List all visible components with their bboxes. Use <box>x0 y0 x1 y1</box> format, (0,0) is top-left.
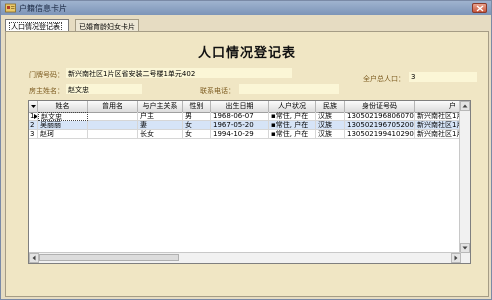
window-title: 户籍信息卡片 <box>19 4 67 13</box>
residence-status-text: 常住, 户在 <box>275 112 309 120</box>
dropdown-triangle-icon <box>31 105 36 108</box>
household-cell[interactable]: 新兴南社区1片 <box>415 112 461 121</box>
main-window: 户籍信息卡片 人口情况登记表 已婚育龄妇女卡片 人口情况登记表 门牌号码： 新兴… <box>0 0 492 300</box>
col-header-id-number[interactable]: 身份证号码 <box>345 101 415 112</box>
population-grid: 姓名 曾用名 与户主关系 性别 出生日期 人户状况 民族 身份证号码 户 1 赵… <box>28 100 471 264</box>
scroll-left-button[interactable] <box>29 253 39 263</box>
form-title: 人口情况登记表 <box>197 46 296 61</box>
total-population-label: 全户总人口： <box>363 75 405 83</box>
former-name-cell[interactable] <box>88 130 138 139</box>
tab-label: 已婚育龄妇女卡片 <box>79 23 135 31</box>
former-name-cell[interactable] <box>88 121 138 130</box>
title-bar[interactable]: 户籍信息卡片 <box>1 1 491 15</box>
total-population-field[interactable]: 3 <box>409 72 477 82</box>
scroll-down-button[interactable] <box>460 243 470 253</box>
phone-field[interactable] <box>239 84 339 94</box>
col-header-household[interactable]: 户 <box>415 101 461 112</box>
relation-cell[interactable]: 长女 <box>138 130 183 139</box>
close-button[interactable] <box>472 3 487 13</box>
row-number: 3 <box>29 130 38 139</box>
ethnicity-cell[interactable]: 汉族 <box>316 130 345 139</box>
residence-status-cell[interactable]: ▪常住, 户在 <box>269 121 316 130</box>
former-name-cell[interactable] <box>88 112 138 121</box>
phone-label: 联系电话： <box>200 87 235 95</box>
row-number: 1 <box>29 112 38 121</box>
gender-cell[interactable]: 男 <box>183 112 211 121</box>
address-field[interactable]: 新兴南社区1片区省安装二号楼1单元402 <box>66 68 292 78</box>
name-cell[interactable]: 赵珂 <box>38 130 88 139</box>
name-cell[interactable]: 吴丽丽 <box>38 121 88 130</box>
table-row[interactable]: 2 吴丽丽 妻 女 1967-05-20 ▪常住, 户在 汉族 13050219… <box>29 121 461 130</box>
arrow-down-icon <box>462 246 468 250</box>
name-cell[interactable]: 赵文忠 <box>38 112 88 121</box>
arrow-left-icon <box>32 255 36 261</box>
id-number-cell[interactable]: 130502196705200326 <box>345 121 415 130</box>
row-number: 2 <box>29 121 38 130</box>
arrow-right-icon <box>454 255 458 261</box>
relation-cell[interactable]: 户主 <box>138 112 183 121</box>
birth-date-cell[interactable]: 1967-05-20 <box>211 121 269 130</box>
residence-status-text: 常住, 户在 <box>275 130 309 138</box>
head-name-field[interactable]: 赵文忠 <box>66 84 142 94</box>
table-row[interactable]: 1 赵文忠 户主 男 1968-06-07 ▪常住, 户在 汉族 1305021… <box>29 112 461 121</box>
col-header-former-name[interactable]: 曾用名 <box>88 101 138 112</box>
col-header-gender[interactable]: 性别 <box>183 101 211 112</box>
id-number-cell[interactable]: 130502196806070339 <box>345 112 415 121</box>
relation-cell[interactable]: 妻 <box>138 121 183 130</box>
scroll-up-button[interactable] <box>460 101 470 111</box>
col-header-relation[interactable]: 与户主关系 <box>138 101 183 112</box>
col-header-residence-status[interactable]: 人户状况 <box>269 101 316 112</box>
head-name-label: 房主姓名： <box>29 87 64 95</box>
birth-date-cell[interactable]: 1968-06-07 <box>211 112 269 121</box>
header-indicator <box>29 101 38 112</box>
table-row[interactable]: 3 赵珂 长女 女 1994-10-29 ▪常住, 户在 汉族 13050219… <box>29 130 461 139</box>
address-label: 门牌号码： <box>29 71 64 79</box>
household-cell[interactable]: 新兴南社区1片 <box>415 130 461 139</box>
scroll-right-button[interactable] <box>451 253 461 263</box>
col-header-ethnicity[interactable]: 民族 <box>316 101 345 112</box>
arrow-up-icon <box>462 104 468 108</box>
residence-status-cell[interactable]: ▪常住, 户在 <box>269 130 316 139</box>
residence-status-text: 常住, 户在 <box>275 121 309 129</box>
vertical-scrollbar[interactable] <box>459 101 470 263</box>
id-number-cell[interactable]: 130502199410290320 <box>345 130 415 139</box>
birth-date-cell[interactable]: 1994-10-29 <box>211 130 269 139</box>
col-header-birth-date[interactable]: 出生日期 <box>211 101 269 112</box>
horizontal-scrollbar[interactable] <box>29 252 461 263</box>
gender-cell[interactable]: 女 <box>183 130 211 139</box>
close-icon <box>476 5 484 12</box>
household-cell[interactable]: 新兴南社区1片 <box>415 121 461 130</box>
col-header-name[interactable]: 姓名 <box>38 101 88 112</box>
ethnicity-cell[interactable]: 汉族 <box>316 121 345 130</box>
gender-cell[interactable]: 女 <box>183 121 211 130</box>
card-app-icon <box>5 3 16 13</box>
residence-status-cell[interactable]: ▪常住, 户在 <box>269 112 316 121</box>
horizontal-scroll-thumb[interactable] <box>39 254 179 261</box>
ethnicity-cell[interactable]: 汉族 <box>316 112 345 121</box>
